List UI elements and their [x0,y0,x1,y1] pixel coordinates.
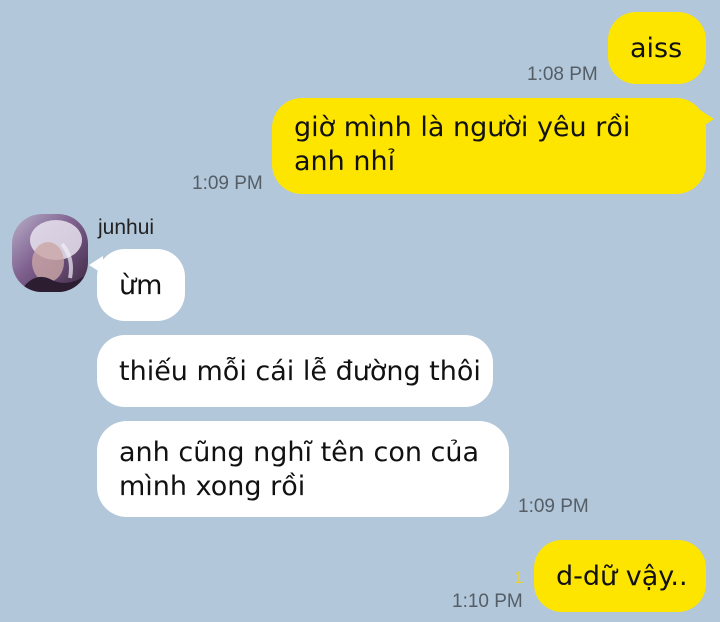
message-text: d-dữ vậy.. [556,561,688,592]
message-timestamp: 1:08 PM [527,64,598,85]
message-timestamp: 1:10 PM [452,591,523,612]
incoming-message-bubble[interactable]: thiếu mỗi cái lễ đường thôi [97,335,493,407]
message-text: anh cũng nghĩ tên con của mình xong rồi [119,437,480,502]
incoming-message-bubble[interactable]: anh cũng nghĩ tên con của mình xong rồi [97,421,509,517]
message-timestamp: 1:09 PM [518,496,589,517]
sender-avatar[interactable] [12,214,88,292]
message-text: thiếu mỗi cái lễ đường thôi [119,356,481,387]
bubble-tail [700,110,714,128]
sender-name: junhui [98,216,155,239]
message-text: ừm [119,270,163,301]
avatar-image [12,214,88,292]
outgoing-message-bubble[interactable]: aiss [608,12,706,84]
outgoing-message-bubble[interactable]: giờ mình là người yêu rồi anh nhỉ [272,98,706,194]
message-text: aiss [630,33,683,64]
message-timestamp: 1:09 PM [192,173,263,194]
message-text: giờ mình là người yêu rồi anh nhỉ [294,112,631,177]
incoming-message-bubble[interactable]: ừm [97,249,185,321]
outgoing-message-bubble[interactable]: d-dữ vậy.. [534,540,706,612]
bubble-tail [89,256,103,274]
unread-count: 1 [514,568,524,587]
